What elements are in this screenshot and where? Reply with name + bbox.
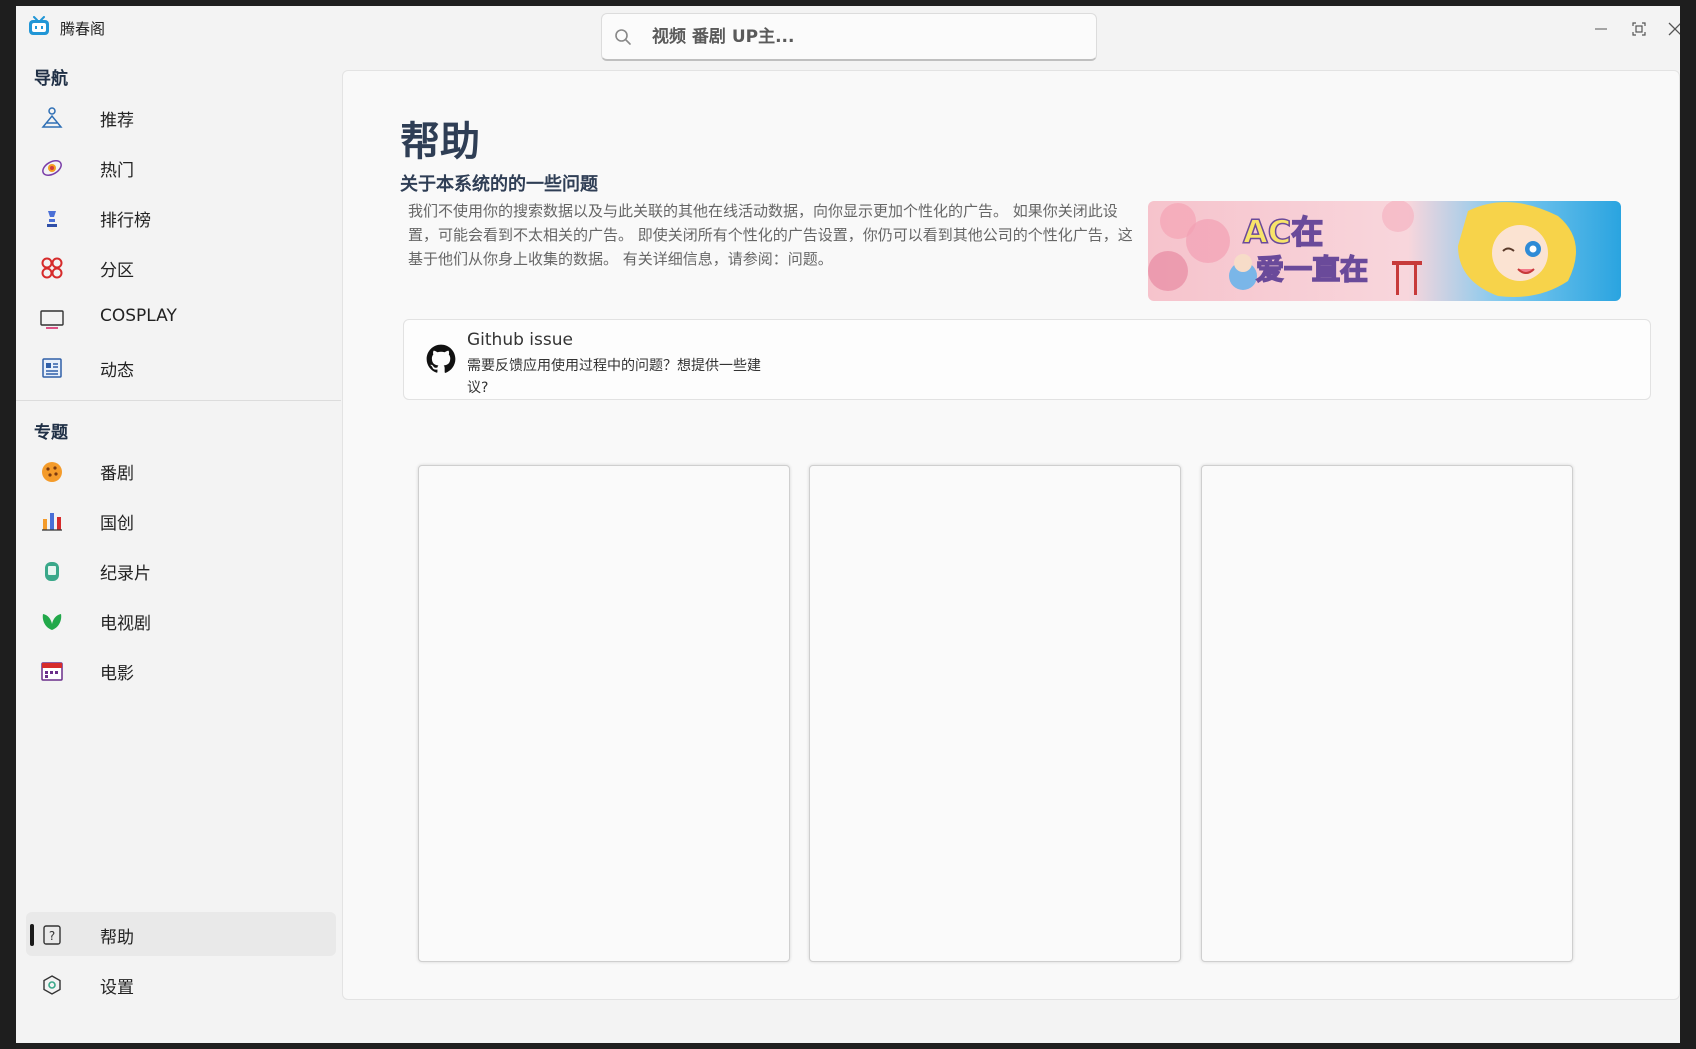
sidebar-item-label: 国创	[100, 514, 134, 534]
feed-icon	[42, 358, 62, 378]
recommend-icon	[41, 107, 63, 128]
sidebar-item-label: 分区	[100, 261, 134, 281]
banner-text-line2: 爱一直在	[1256, 253, 1368, 286]
sidebar-item-cosplay[interactable]: COSPLAY	[26, 295, 336, 339]
topic-section-title: 专题	[34, 423, 68, 443]
app-logo-icon	[29, 16, 49, 35]
search-input[interactable]	[650, 22, 1074, 52]
github-issue-card[interactable]: Github issue 需要反馈应用使用过程中的问题？想提供一些建议?	[403, 319, 1651, 400]
ranking-icon	[47, 211, 57, 227]
sidebar-item-label: 热门	[100, 161, 134, 181]
content-card[interactable]	[418, 465, 790, 962]
tv-series-icon	[42, 614, 62, 630]
svg-text:?: ?	[49, 929, 55, 943]
anime-icon	[42, 462, 62, 482]
cosplay-icon	[40, 310, 64, 329]
fullscreen-icon	[1632, 22, 1646, 36]
app-title: 腾春阁	[60, 20, 106, 38]
sidebar-item-label: 电视剧	[100, 614, 151, 634]
hot-icon	[42, 160, 62, 176]
sidebar: 导航 推荐 热门 排行榜 分区 COSPLAY 动态 专题 番剧 国创 纪录片 …	[16, 52, 341, 1043]
issue-description: 需要反馈应用使用过程中的问题？想提供一些建议?	[467, 358, 761, 396]
sidebar-item-label: 纪录片	[100, 564, 151, 584]
sidebar-item-label: 番剧	[100, 464, 134, 484]
content-card[interactable]	[809, 465, 1181, 962]
fullscreen-button[interactable]	[1624, 14, 1654, 44]
app-window: 腾春阁 导航	[16, 6, 1680, 1043]
sidebar-item-tv-series[interactable]: 电视剧	[26, 598, 336, 642]
close-button[interactable]	[1660, 14, 1680, 44]
sidebar-item-label: 帮助	[100, 928, 134, 948]
sidebar-item-label: 推荐	[100, 111, 134, 131]
sidebar-item-guochuang[interactable]: 国创	[26, 498, 336, 542]
sidebar-item-label: 设置	[100, 978, 134, 998]
banner-text-line1: AC在	[1243, 213, 1323, 251]
sidebar-item-settings[interactable]: 设置	[26, 962, 336, 1006]
category-icon	[41, 257, 63, 279]
content-card[interactable]	[1201, 465, 1573, 962]
sidebar-divider	[16, 400, 341, 401]
page-subtitle: 关于本系统的的一些问题	[400, 174, 598, 195]
sidebar-item-label: 排行榜	[100, 211, 151, 231]
sidebar-item-feed[interactable]: 动态	[26, 345, 336, 389]
sidebar-item-documentary[interactable]: 纪录片	[26, 548, 336, 592]
sidebar-item-label: COSPLAY	[100, 306, 177, 326]
sidebar-item-movie[interactable]: 电影	[26, 648, 336, 692]
background-editor-strip	[0, 0, 16, 1049]
sidebar-item-anime[interactable]: 番剧	[26, 448, 336, 492]
minimize-icon	[1595, 28, 1607, 30]
guochuang-icon	[42, 513, 62, 531]
page-title: 帮助	[400, 119, 480, 165]
help-icon: ?	[43, 925, 61, 945]
sidebar-item-label: 电影	[100, 664, 134, 684]
banner-illustration: AC在 爱一直在	[1148, 201, 1621, 301]
search-icon	[615, 29, 631, 45]
minimize-button[interactable]	[1586, 14, 1616, 44]
documentary-icon	[45, 562, 59, 581]
sidebar-item-hot[interactable]: 热门	[26, 145, 336, 189]
close-icon	[1668, 22, 1680, 36]
main-content: 帮助 关于本系统的的一些问题 我们不使用你的搜索数据以及与此关联的其他在线活动数…	[342, 70, 1680, 1000]
search-box[interactable]	[601, 13, 1097, 61]
sidebar-item-recommend[interactable]: 推荐	[26, 95, 336, 139]
movie-icon	[41, 662, 63, 681]
sidebar-item-category[interactable]: 分区	[26, 245, 336, 289]
nav-section-title: 导航	[34, 69, 68, 89]
github-icon	[426, 344, 456, 373]
sidebar-item-help[interactable]: ? 帮助	[26, 912, 336, 956]
sidebar-item-label: 动态	[100, 361, 134, 381]
banner-image: AC在 爱一直在	[1148, 201, 1621, 301]
sidebar-item-ranking[interactable]: 排行榜	[26, 195, 336, 239]
description-text: 我们不使用你的搜索数据以及与此关联的其他在线活动数据，向你显示更加个性化的广告。…	[408, 202, 1133, 268]
background-right-strip	[1680, 0, 1696, 1049]
issue-title: Github issue	[467, 330, 573, 350]
settings-icon	[43, 975, 61, 995]
